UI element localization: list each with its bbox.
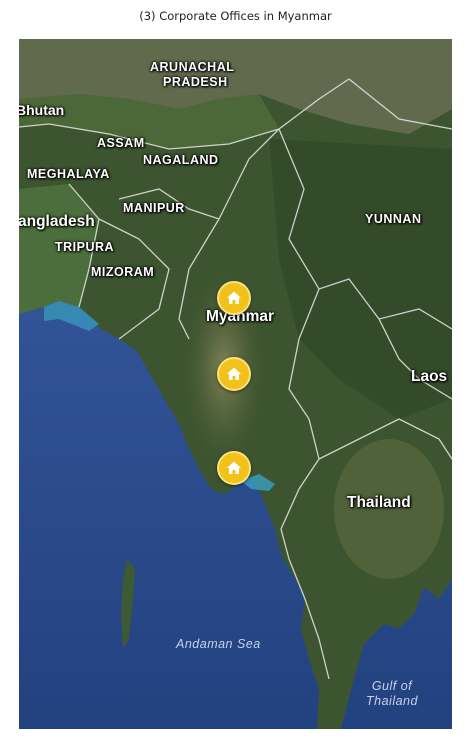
label-arunachal-pradesh-line2: PRADESH <box>163 75 228 89</box>
map-caption: (3) Corporate Offices in Myanmar <box>139 9 332 23</box>
office-marker-naypyidaw[interactable] <box>217 357 251 391</box>
label-gulf-of-thailand-line2: Thailand <box>366 694 418 708</box>
office-marker-mandalay[interactable] <box>217 281 251 315</box>
home-icon <box>227 291 241 304</box>
label-yunnan: YUNNAN <box>365 212 422 226</box>
label-andaman-sea: Andaman Sea <box>176 637 261 651</box>
home-icon <box>227 367 241 380</box>
label-laos: Laos <box>411 368 448 385</box>
label-mizoram: MIZORAM <box>91 265 155 279</box>
label-thailand: Thailand <box>347 494 411 511</box>
label-manipur: MANIPUR <box>123 201 185 215</box>
label-bangladesh: angladesh <box>19 213 95 230</box>
office-marker-yangon[interactable] <box>217 451 251 485</box>
satellite-map[interactable]: ARUNACHAL PRADESH Bhutan ASSAM NAGALAND … <box>19 39 452 729</box>
label-bhutan: Bhutan <box>19 102 65 118</box>
home-icon <box>227 461 241 474</box>
label-arunachal-pradesh-line1: ARUNACHAL <box>150 60 235 74</box>
label-meghalaya: MEGHALAYA <box>27 167 110 181</box>
label-gulf-of-thailand-line1: Gulf of <box>371 679 413 693</box>
label-tripura: TRIPURA <box>55 240 115 254</box>
label-gulf-of-thailand: Gulf of Thailand <box>366 679 418 709</box>
label-nagaland: NAGALAND <box>143 153 219 167</box>
label-assam: ASSAM <box>97 136 145 150</box>
